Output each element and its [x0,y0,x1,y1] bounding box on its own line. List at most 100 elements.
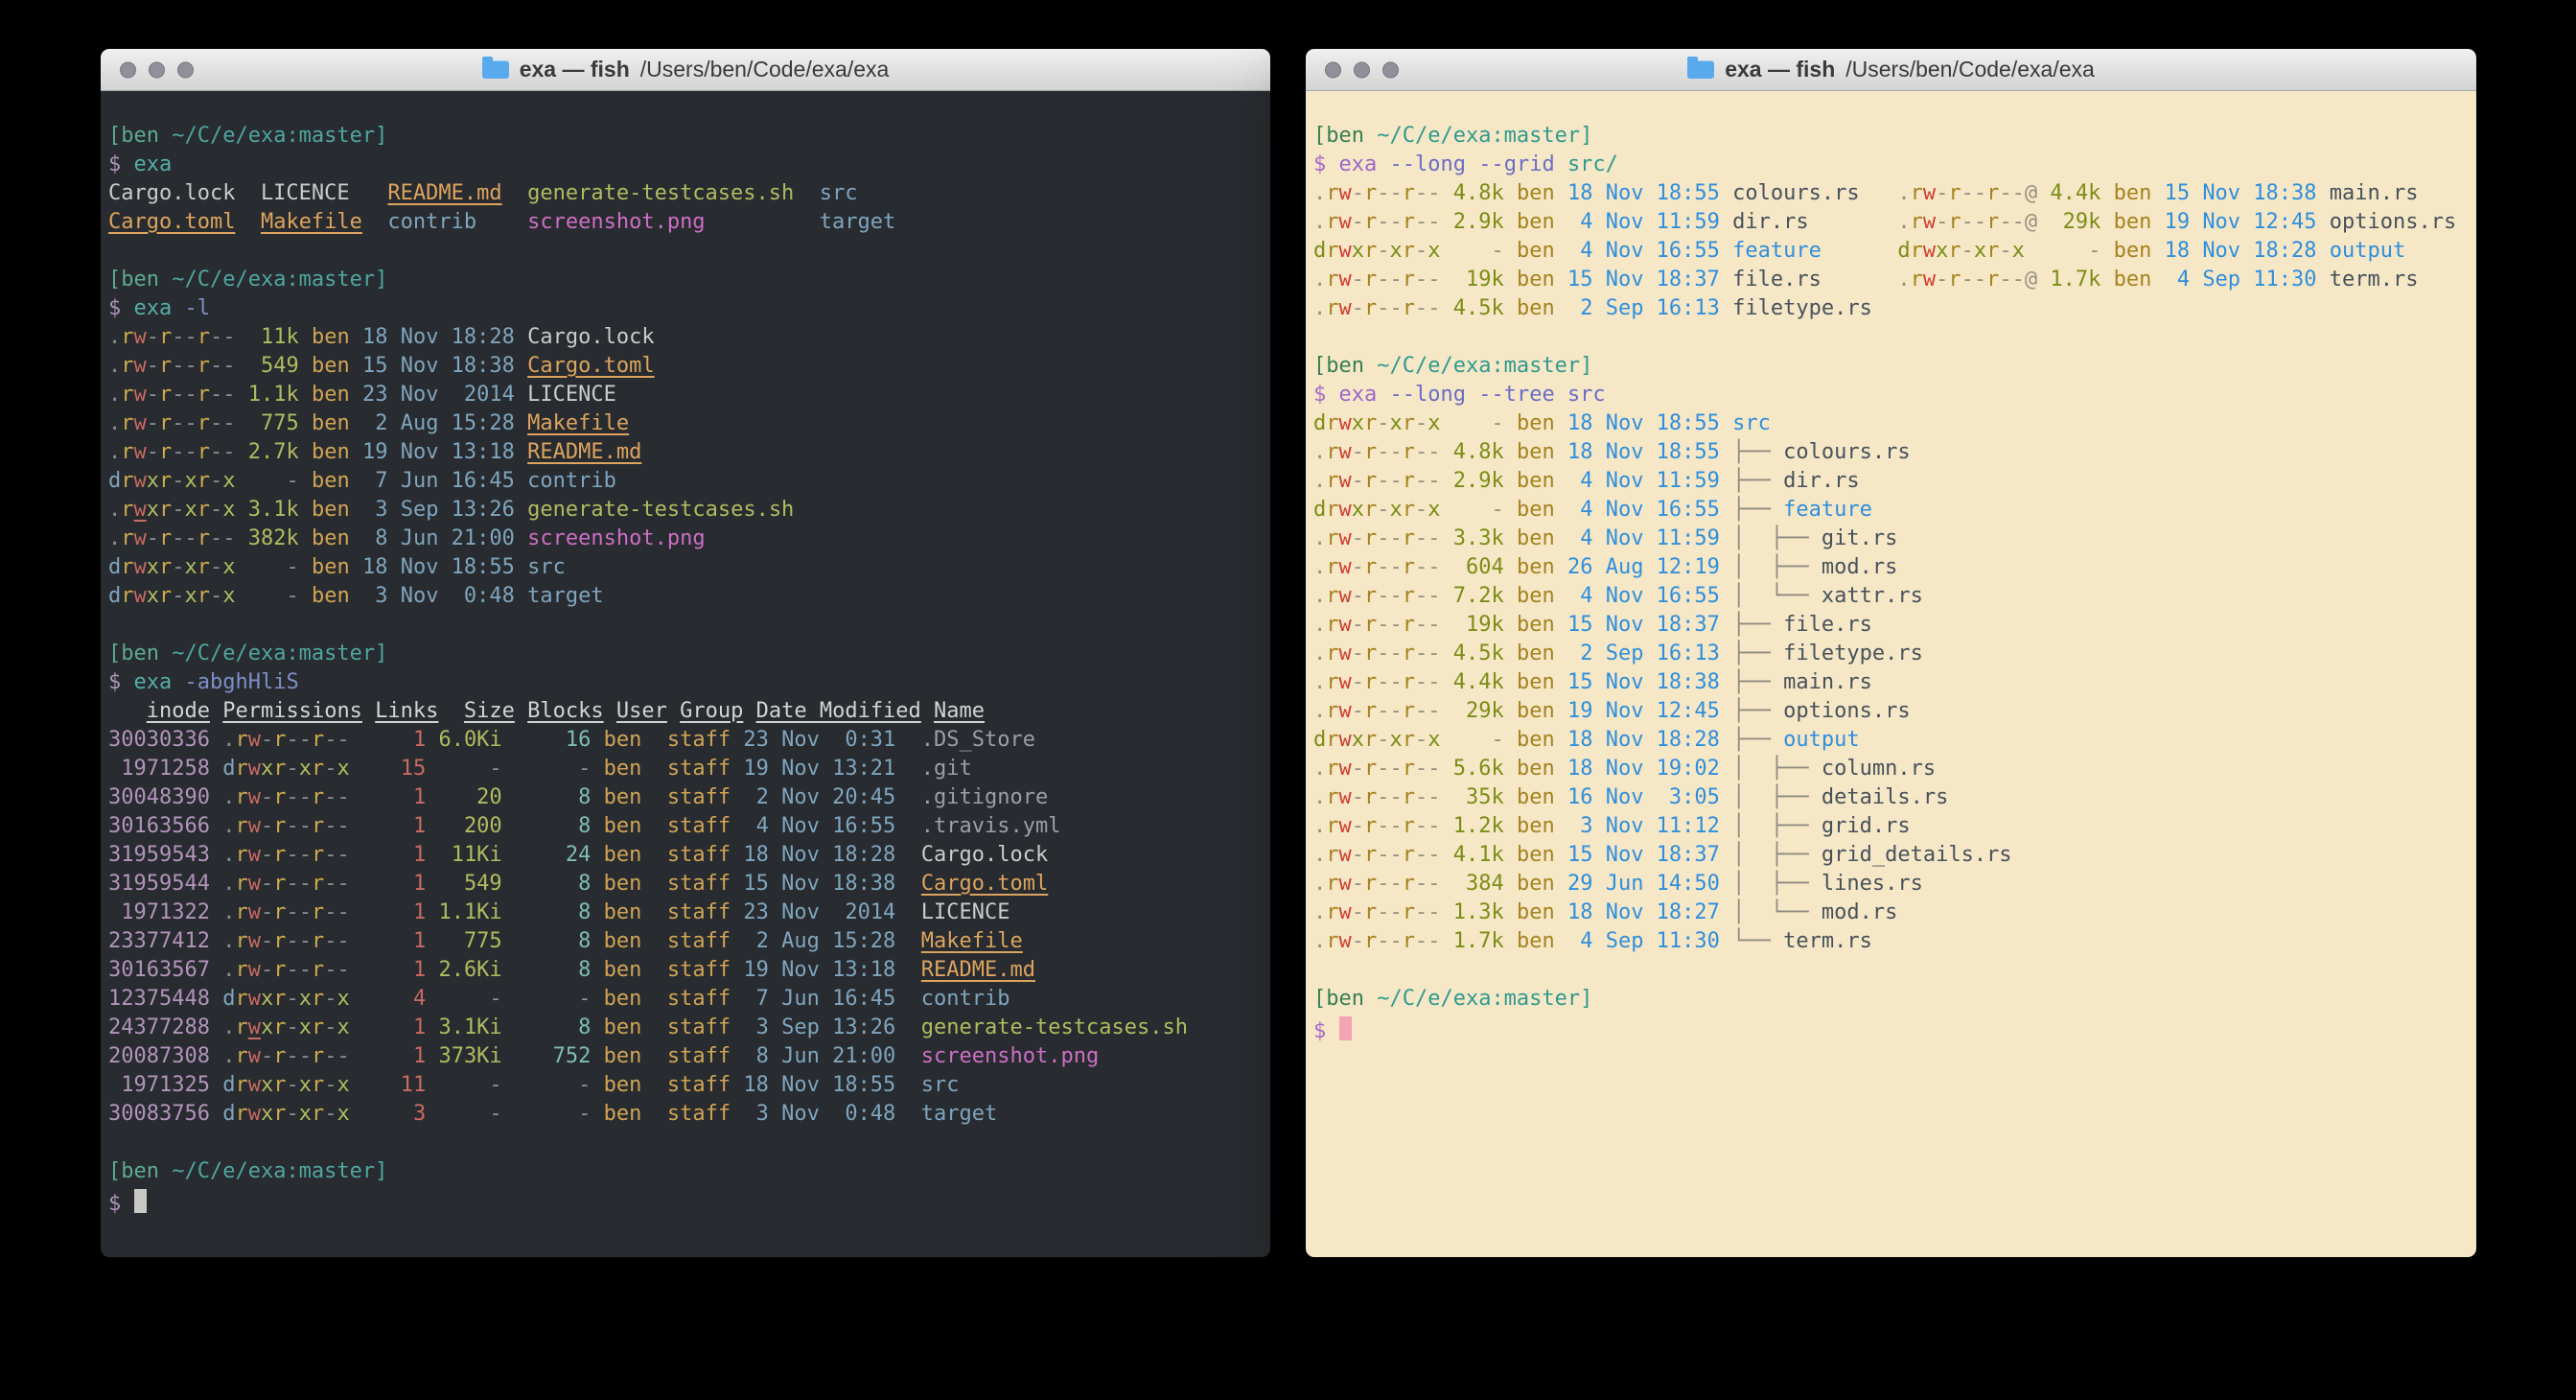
perm-char: - [299,814,312,838]
terminal-content[interactable]: [ben ~/C/e/exa:master]$ exaCargo.lock LI… [101,91,1270,1257]
perm-char: - [2012,210,2025,234]
text-run: git.rs [1822,526,1897,550]
perm-char: w [1339,526,1352,550]
perm-char: x [261,987,273,1011]
text-run: details.rs [1822,785,1948,809]
terminal-line: .rw-r--r-- 1.2k ben 3 Nov 11:12 │ ├── gr… [1313,812,2469,841]
text-run: ben [1504,526,1567,550]
perm-char: - [1415,872,1427,896]
text-run: - [1441,239,1504,263]
perm-char: r [1364,670,1377,694]
text-run: output [2330,239,2405,263]
text-run: 1971258 [108,757,210,781]
perm-char: - [337,1044,349,1068]
terminal-line: drwxr-xr-x - ben 3 Nov 0:48 target [108,582,1263,611]
text-run: file.rs [1783,613,1872,637]
perm-char: - [172,584,184,608]
text-run: 11k [236,325,299,349]
perm-char: - [1415,728,1427,752]
perm-char: - [1415,210,1427,234]
text-run: 11 [362,1073,426,1097]
minimize-button[interactable] [1354,61,1370,78]
perm-char: r [273,1073,286,1097]
perm-char: x [299,987,312,1011]
perm-char: r [1364,843,1377,867]
text-run: 752 [502,1044,592,1068]
perm-char: - [1352,584,1364,608]
perm-char: r [1403,699,1415,723]
perm-char: r [121,354,133,378]
text-run: 200 [426,814,501,838]
terminal-line: .rw-r--r-- 5.6k ben 18 Nov 19:02 │ ├── c… [1313,755,2469,783]
text-run: ben [1504,210,1567,234]
perm-char: r [1403,642,1415,665]
titlebar[interactable]: exa — fish /Users/ben/Code/exa/exa [1306,49,2476,91]
close-button[interactable] [120,61,136,78]
perm-char: r [1364,757,1377,781]
text-run: Group [680,699,743,723]
perm-char: r [273,872,286,896]
perm-char: - [147,354,159,378]
text-run: $ [108,1192,134,1216]
perm-char: r [1326,642,1338,665]
perm-char: - [1427,181,1440,205]
perm-char: r [1326,728,1338,752]
zoom-button[interactable] [1382,61,1399,78]
text-run: .travis.yml [921,814,1061,838]
perm-char: x [147,469,159,493]
text-run [210,728,222,752]
terminal-line: Cargo.toml Makefile contrib screenshot.p… [108,208,1263,237]
perm-char: - [210,383,222,407]
text-run: ben [2100,239,2164,263]
text-run: ben [1504,296,1567,320]
perm-char: - [210,555,222,579]
text-run: 18 Nov 18:55 [1567,181,1732,205]
perm-char: r [273,843,286,867]
perm-char: r [159,440,172,464]
text-run: 1971322 [108,900,210,924]
text-run [1822,239,1897,263]
titlebar[interactable]: exa — fish /Users/ben/Code/exa/exa [101,49,1270,91]
perm-char: r [1403,411,1415,435]
perm-char: x [1352,498,1364,522]
minimize-button[interactable] [149,61,165,78]
text-run: 549 [236,354,299,378]
text-run [235,210,261,234]
perm-char: r [197,383,210,407]
perm-char: x [1390,411,1403,435]
text-run: 18 Nov 18:55 [1567,440,1732,464]
perm-char: - [172,498,184,522]
perm-char: - [172,411,184,435]
text-run [210,1015,222,1039]
terminal-line: 30163566 .rw-r--r-- 1 200 8 ben staff 4 … [108,812,1263,841]
perm-char: r [159,526,172,550]
perm-char: - [299,958,312,982]
perm-char: r [235,872,247,896]
perm-char: w [1339,728,1352,752]
text-run: $ [108,296,134,320]
perm-char: r [121,383,133,407]
text-run: ben [1504,469,1567,493]
perm-char: - [185,411,197,435]
perm-char: - [1390,440,1403,464]
perm-char: r [1326,469,1338,493]
perm-char: r [1403,210,1415,234]
perm-char: x [337,757,349,781]
perm-char: - [1415,411,1427,435]
perm-char: . [1313,555,1326,579]
perm-char: w [1339,785,1352,809]
perm-char: x [299,1073,312,1097]
perm-char: - [324,843,337,867]
perm-char: - [1415,929,1427,953]
window-title: exa — fish /Users/ben/Code/exa/exa [1687,57,2095,82]
close-button[interactable] [1325,61,1341,78]
perm-char: r [312,900,324,924]
text-run: ├── [1732,699,1783,723]
text-run: 20 [426,785,501,809]
perm-char: w [248,1073,261,1097]
zoom-button[interactable] [177,61,194,78]
terminal-content[interactable]: [ben ~/C/e/exa:master]$ exa --long --gri… [1306,91,2476,1257]
perm-char: d [108,469,121,493]
text-run: $ [108,152,134,176]
text-run: target [820,210,895,234]
